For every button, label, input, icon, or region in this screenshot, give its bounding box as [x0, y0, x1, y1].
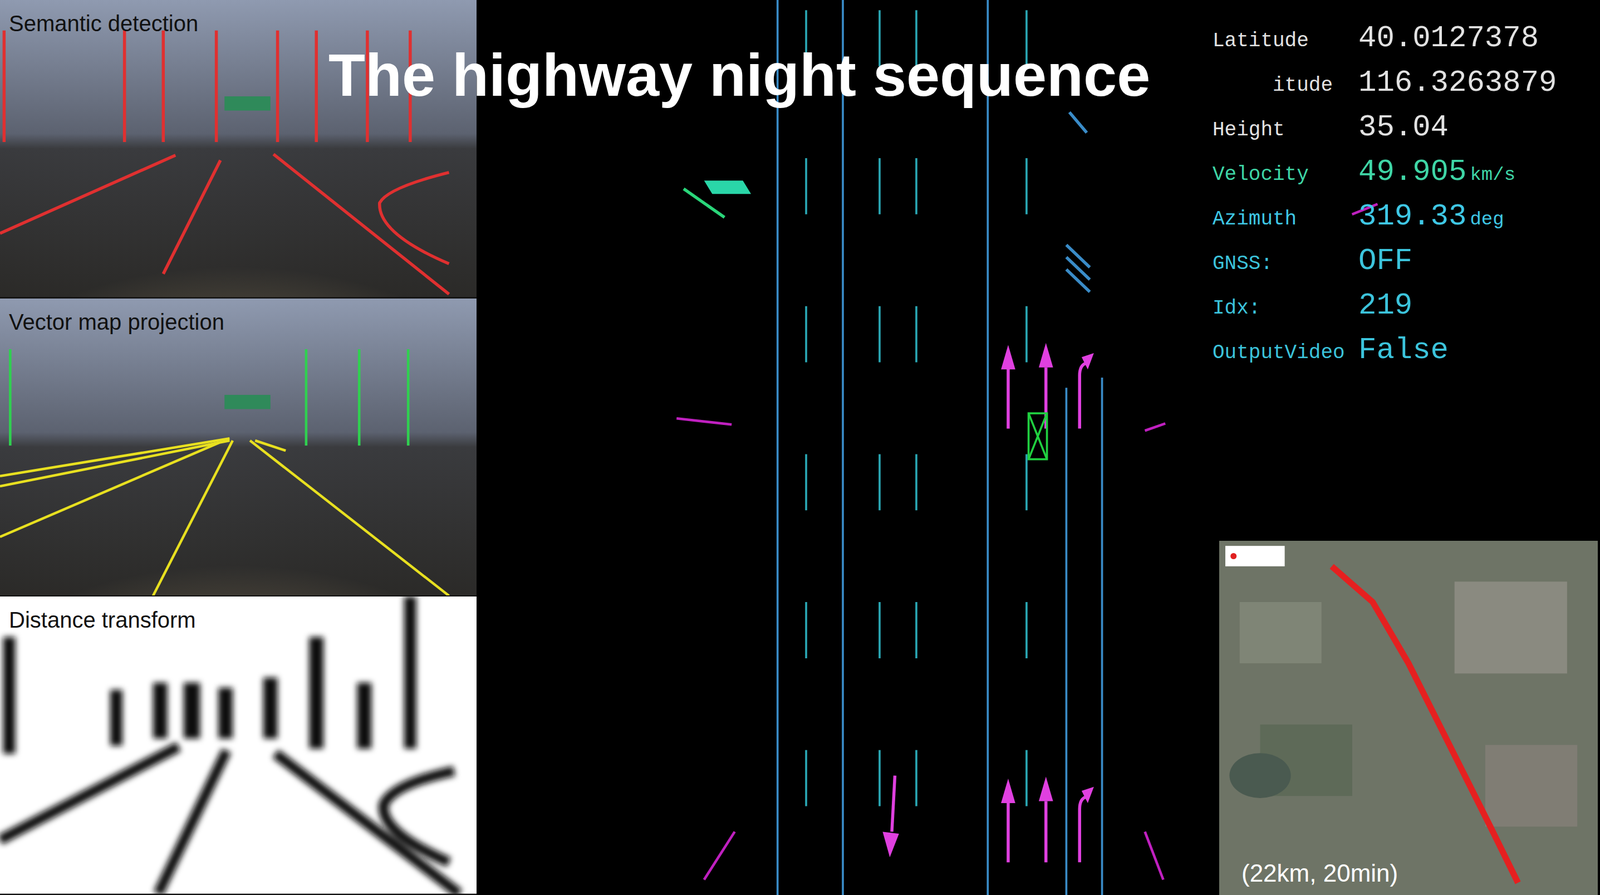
camera-image [0, 298, 477, 596]
telemetry-row: Height35.04 [1212, 110, 1557, 155]
camera-panel: Vector map projection [0, 298, 477, 597]
telemetry-label: Latitude [1212, 29, 1359, 53]
telemetry-row: GNSS:OFF [1212, 243, 1557, 289]
lane-line [776, 0, 779, 895]
panel-label: Distance transform [8, 607, 196, 633]
telemetry-label: Idx: [1212, 296, 1359, 320]
telemetry-label: Velocity [1212, 163, 1359, 186]
video-frame: Semantic detection Vector map projection D… [0, 0, 1600, 895]
panel-label: Vector map projection [8, 309, 225, 335]
telemetry-label: Azimuth [1212, 207, 1359, 231]
sequence-title: The highway night sequence [328, 40, 1151, 110]
crosswalk-marks [1066, 112, 1090, 292]
telemetry-unit: deg [1469, 208, 1504, 230]
sign-marker [704, 180, 752, 194]
route-map: (22km, 20min) [1219, 540, 1598, 895]
dashed-lane-line [878, 10, 881, 895]
dashed-lane-line [915, 10, 918, 895]
telemetry-row: Azimuth319.33deg [1212, 199, 1557, 244]
telemetry-row: Velocity49.905km/s [1212, 154, 1557, 200]
dashed-lane-line [805, 10, 808, 895]
telemetry-row: itude116.3263879 [1212, 65, 1557, 111]
satellite-map [1219, 540, 1598, 895]
telemetry-value: 219 [1358, 288, 1413, 323]
lane-line [986, 0, 989, 895]
lane-line [1065, 387, 1068, 895]
telemetry-value: False [1358, 332, 1449, 367]
lane-line [841, 0, 844, 895]
telemetry-unit: km/s [1469, 164, 1516, 186]
telemetry-label: Height [1212, 118, 1359, 142]
camera-image [0, 596, 477, 894]
telemetry-value: 35.04 [1358, 110, 1449, 145]
telemetry-label: itude [1212, 74, 1359, 97]
route-caption: (22km, 20min) [1241, 859, 1398, 887]
telemetry-value: 319.33 [1358, 199, 1467, 234]
lane-line [1101, 377, 1104, 895]
telemetry-row: OutputVideoFalse [1212, 332, 1557, 378]
dashed-lane-line [1025, 10, 1028, 895]
ego-vehicle [1028, 413, 1048, 459]
road-arrows [882, 342, 1094, 863]
telemetry-row: Latitude40.0127378 [1212, 21, 1557, 66]
telemetry-value: OFF [1358, 243, 1413, 278]
sign-marker [683, 188, 725, 218]
telemetry-value: 40.0127378 [1358, 21, 1539, 56]
camera-panel: Distance transform [0, 596, 477, 895]
telemetry-value: 116.3263879 [1358, 65, 1557, 100]
telemetry-row: Idx:219 [1212, 288, 1557, 333]
telemetry-value: 49.905 [1358, 154, 1467, 189]
route-line [1331, 566, 1518, 883]
panel-label: Semantic detection [8, 11, 199, 37]
telemetry-label: GNSS: [1212, 252, 1359, 276]
camera-column: Semantic detection Vector map projection D… [0, 0, 477, 895]
telemetry-panel: Latitude40.0127378itude116.3263879Height… [1212, 21, 1557, 378]
telemetry-label: OutputVideo [1212, 341, 1359, 365]
